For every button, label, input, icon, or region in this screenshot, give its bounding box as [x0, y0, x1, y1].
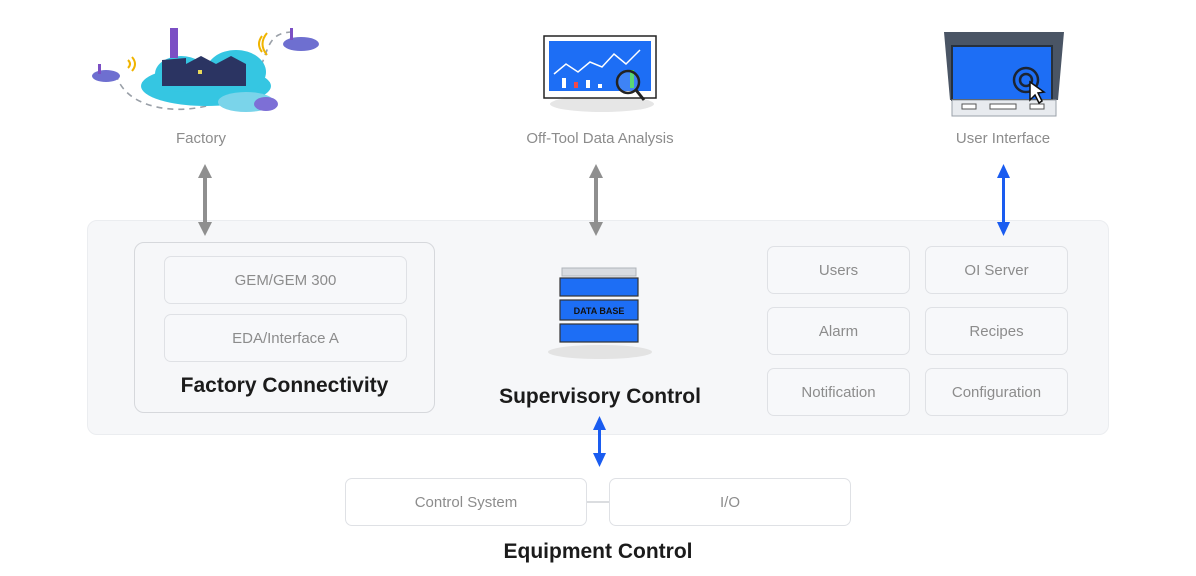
user-interface-arrow: [997, 164, 1010, 236]
io-box: I/O: [609, 478, 851, 526]
equipment-control-title: Equipment Control: [503, 540, 693, 563]
connection-arrows: [198, 164, 1010, 503]
factory-arrow: [198, 164, 212, 236]
equipment-arrow: [593, 416, 606, 467]
control-system-box: Control System: [345, 478, 587, 526]
off-tool-arrow: [589, 164, 603, 236]
